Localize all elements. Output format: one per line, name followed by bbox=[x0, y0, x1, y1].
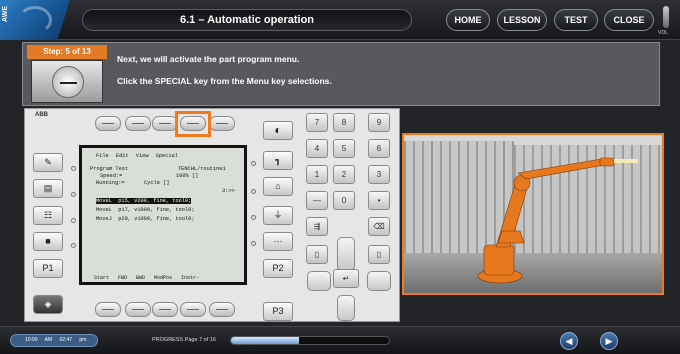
step-key-image bbox=[31, 60, 103, 103]
arrow-right-key[interactable] bbox=[367, 271, 391, 291]
menu-key-5[interactable] bbox=[209, 116, 235, 131]
menu-key-2[interactable] bbox=[125, 116, 151, 131]
screen-running-value: Cycle [] bbox=[144, 180, 170, 186]
numpad-key[interactable]: 0 bbox=[333, 191, 355, 210]
program-key[interactable]: ▤ bbox=[33, 179, 63, 198]
arrow-down-key[interactable] bbox=[337, 295, 355, 321]
numpad-key[interactable]: 3 bbox=[368, 165, 390, 184]
pendant-screen: File Edit View Special Program Test TENC… bbox=[79, 145, 247, 285]
list-key[interactable]: ⇶ bbox=[306, 217, 328, 236]
instruction-line-2: Click the SPECIAL key from the Menu key … bbox=[117, 76, 332, 86]
code-line-1[interactable]: MoveL p15, v200, fine, tool0; bbox=[96, 198, 192, 204]
numpad-key[interactable]: 5 bbox=[333, 139, 355, 158]
prev-arrow-icon[interactable]: ◀ bbox=[560, 332, 578, 350]
screen-program-label: Program Test bbox=[90, 166, 129, 172]
logo-swirl-icon bbox=[18, 6, 52, 34]
connector-dot bbox=[251, 241, 256, 246]
function-key-2[interactable] bbox=[125, 302, 151, 317]
function-key-5[interactable] bbox=[209, 302, 235, 317]
screen-menu: File Edit View Special bbox=[96, 153, 178, 159]
instruction-line-1: Next, we will activate the part program … bbox=[117, 54, 300, 64]
clock-display: 10:00 AM 02:47 pm bbox=[10, 334, 98, 347]
jog-key[interactable]: ✎ bbox=[33, 153, 63, 172]
connector-dot bbox=[71, 243, 76, 248]
menu-key-1[interactable] bbox=[95, 116, 121, 131]
screen-speed-value: 100% [] bbox=[176, 173, 199, 179]
connector-dot bbox=[71, 192, 76, 197]
bottom-bar: 10:00 AM 02:47 pm PROGRESS Page 7 of 16 … bbox=[0, 326, 680, 354]
window-key-1[interactable]: ┓ bbox=[263, 151, 293, 170]
function-key-4[interactable] bbox=[180, 302, 206, 317]
numpad-key[interactable]: 2 bbox=[333, 165, 355, 184]
arrow-up-key[interactable] bbox=[337, 237, 355, 271]
p2-key[interactable]: P2 bbox=[263, 259, 293, 278]
backspace-icon[interactable]: ⌫ bbox=[368, 217, 390, 236]
next-arrow-icon[interactable]: ▶ bbox=[600, 332, 618, 350]
contrast-icon[interactable]: ◐ bbox=[263, 121, 293, 140]
connector-dot bbox=[251, 189, 256, 194]
connector-dot bbox=[251, 215, 256, 220]
screen-running-label: Running:= bbox=[96, 180, 125, 186]
app-window: AWE 6.1 – Automatic operation HOME LESSO… bbox=[0, 0, 680, 354]
robot-3d-view bbox=[402, 133, 664, 295]
numpad-key[interactable]: — bbox=[306, 191, 328, 210]
test-button[interactable]: TEST bbox=[554, 9, 598, 31]
step-indicator: Step: 5 of 13 bbox=[27, 45, 107, 59]
enter-icon[interactable]: ↵ bbox=[333, 269, 359, 288]
code-line-2[interactable]: MoveL p17, v1000, fine, tool0; bbox=[96, 207, 195, 213]
home-button[interactable]: HOME bbox=[446, 9, 490, 31]
progress-bar bbox=[230, 336, 390, 345]
special-key-highlight bbox=[175, 111, 211, 137]
connector-dot bbox=[71, 166, 76, 171]
numpad-key[interactable]: 1 bbox=[306, 165, 328, 184]
function-key-icon bbox=[52, 66, 84, 98]
instruction-panel: Step: 5 of 13 Next, we will activate the… bbox=[22, 42, 660, 106]
app-logo: AWE bbox=[0, 0, 70, 40]
arrow-left-key[interactable] bbox=[307, 271, 331, 291]
volume-label: VOL bbox=[658, 30, 669, 36]
window-key-3[interactable]: ⏚ bbox=[263, 206, 293, 225]
more-key[interactable]: ⋯ bbox=[263, 232, 293, 251]
progress-fill bbox=[231, 337, 299, 344]
screen-function-bar: Start FWD BWD ModPos Instr- bbox=[94, 275, 200, 281]
function-key-1[interactable] bbox=[95, 302, 121, 317]
numpad-key[interactable]: 6 bbox=[368, 139, 390, 158]
connector-dot bbox=[71, 218, 76, 223]
teach-pendant: ABB ✎ ▤ ☷ ■ P1 ◈ File Edit View Special … bbox=[24, 108, 400, 322]
numpad-key[interactable]: 9 bbox=[368, 113, 390, 132]
screen-speed-label: Speed:= bbox=[100, 173, 123, 179]
volume-control[interactable]: VOL bbox=[658, 4, 676, 38]
page-down-key[interactable]: ▯ bbox=[368, 245, 390, 264]
window-key-2[interactable]: ⌂ bbox=[263, 177, 293, 196]
lesson-button[interactable]: LESSON bbox=[497, 9, 547, 31]
lesson-title: 6.1 – Automatic operation bbox=[82, 9, 412, 31]
page-up-key[interactable]: ▯ bbox=[306, 245, 328, 264]
misc-key[interactable]: ■ bbox=[33, 232, 63, 251]
top-bar: AWE 6.1 – Automatic operation HOME LESSO… bbox=[0, 0, 680, 40]
function-key-3[interactable] bbox=[152, 302, 178, 317]
numpad-key[interactable]: 7 bbox=[306, 113, 328, 132]
p1-key[interactable]: P1 bbox=[33, 259, 63, 278]
stop-icon[interactable]: ◈ bbox=[33, 295, 63, 314]
logo-text: AWE bbox=[2, 6, 9, 22]
close-button[interactable]: CLOSE bbox=[604, 9, 654, 31]
robot-icon bbox=[477, 157, 638, 284]
p3-key[interactable]: P3 bbox=[263, 302, 293, 321]
numpad-key[interactable]: • bbox=[368, 191, 390, 210]
progress-label: PROGRESS Page 7 of 16 bbox=[152, 337, 216, 343]
volume-slider[interactable] bbox=[663, 6, 669, 28]
numpad-key[interactable]: 4 bbox=[306, 139, 328, 158]
connector-dot bbox=[251, 161, 256, 166]
screen-routine: TENCHL/routine1 bbox=[178, 166, 226, 172]
screen-scroll-marker: 3:>> bbox=[222, 188, 235, 194]
inputs-key[interactable]: ☷ bbox=[33, 206, 63, 225]
numpad-key[interactable]: 8 bbox=[333, 113, 355, 132]
code-line-3[interactable]: MoveJ p20, v1000, fine, tool0; bbox=[96, 216, 195, 222]
pendant-brand: ABB bbox=[35, 112, 48, 118]
